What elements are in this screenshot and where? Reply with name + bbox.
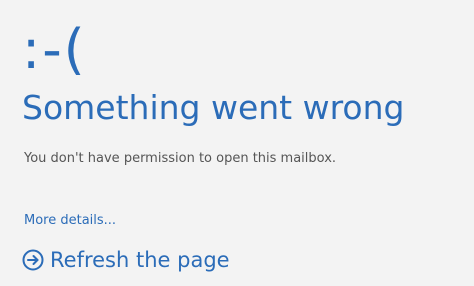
sad-face-emoticon: :-( — [22, 18, 87, 81]
error-title: Something went wrong — [22, 88, 405, 127]
refresh-page-label: Refresh the page — [50, 248, 230, 272]
more-details-link[interactable]: More details... — [24, 212, 116, 230]
refresh-page-button[interactable]: Refresh the page — [22, 244, 230, 276]
circle-arrow-right-icon — [22, 249, 44, 271]
error-message: You don't have permission to open this m… — [24, 151, 337, 166]
error-page: :-( Something went wrong You don't have … — [0, 0, 474, 286]
